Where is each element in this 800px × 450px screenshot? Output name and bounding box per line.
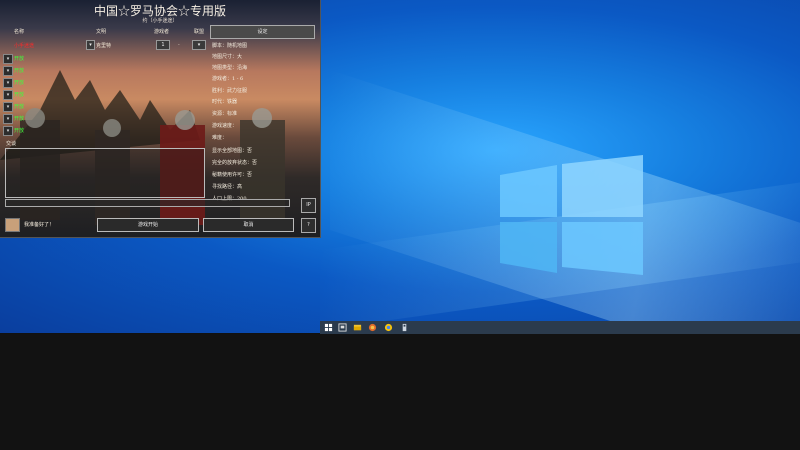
header-group: 联盟 xyxy=(194,29,205,35)
player-name: 小手迷途 xyxy=(14,43,35,49)
start-game-button[interactable]: 游戏开始 xyxy=(97,218,199,232)
ready-checkbox[interactable] xyxy=(5,218,20,232)
windows-start-icon[interactable] xyxy=(324,323,333,332)
slot-toggle-button[interactable]: ▾ xyxy=(3,54,13,64)
ready-label: 我准备好了！ xyxy=(24,222,55,228)
setting-full-tech: 完全的放弃状态：否 xyxy=(212,160,258,166)
header-civ: 文明 xyxy=(96,29,107,35)
open-slot-label: 开放 xyxy=(14,128,25,134)
game-lobby-window: 中国☆罗马协会☆专用版 约〔小手迷途〕 名称 文明 游戏者 联盟 小手迷途 ▾ … xyxy=(0,0,321,238)
chat-label: 交谈 xyxy=(6,141,17,147)
setting-cheats: 秘籍使用许可：否 xyxy=(212,172,253,178)
search-icon[interactable] xyxy=(338,323,347,332)
open-slot-label: 开放 xyxy=(14,80,25,86)
cancel-button[interactable]: 取消 xyxy=(203,218,294,232)
letterbox-area xyxy=(0,334,800,450)
chat-input[interactable] xyxy=(5,199,290,207)
slot-toggle-button[interactable]: ▾ xyxy=(3,126,13,136)
setting-pathfinding: 寻找路径：高 xyxy=(212,184,243,190)
group-value: - xyxy=(178,42,180,48)
chrome-icon[interactable] xyxy=(384,323,393,332)
setting-difficulty: 难度： xyxy=(212,135,228,141)
slot-toggle-button[interactable]: ▾ xyxy=(3,66,13,76)
civ-dropdown-button[interactable]: ▾ xyxy=(86,40,95,50)
slot-toggle-button[interactable]: ▾ xyxy=(3,78,13,88)
open-slot-label: 开放 xyxy=(14,116,25,122)
header-name: 名称 xyxy=(14,29,25,35)
open-slot-label: 开放 xyxy=(14,56,25,62)
game-app-icon[interactable] xyxy=(368,323,377,332)
open-slot-label: 开放 xyxy=(14,104,25,110)
slot-toggle-button[interactable]: ▾ xyxy=(3,114,13,124)
setting-map-size: 地图尺寸：大 xyxy=(212,54,243,60)
group-dropdown-button[interactable]: ▾ xyxy=(192,40,206,50)
setting-reveal-map: 显示全部地图：否 xyxy=(212,148,253,154)
slot-toggle-button[interactable]: ▾ xyxy=(3,90,13,100)
player-civ[interactable]: 克里特 xyxy=(96,42,111,49)
setting-map-type: 地图类型：沿海 xyxy=(212,65,248,71)
chat-log xyxy=(5,148,205,198)
pinned-app-icon[interactable] xyxy=(400,323,409,332)
file-explorer-icon[interactable] xyxy=(353,323,362,332)
open-slot-label: 开放 xyxy=(14,92,25,98)
ip-button[interactable]: IP xyxy=(301,198,316,213)
setting-resources: 资源：标准 xyxy=(212,111,238,117)
settings-button[interactable]: 设定 xyxy=(210,25,315,39)
open-slot-label: 开放 xyxy=(14,68,25,74)
setting-script: 脚本：随机地图 xyxy=(212,43,248,49)
setting-game-speed: 游戏速度： xyxy=(212,123,238,129)
taskbar xyxy=(320,321,800,334)
setting-age: 时代：铁器 xyxy=(212,99,238,105)
window-subtitle: 约〔小手迷途〕 xyxy=(142,18,178,24)
header-team: 游戏者 xyxy=(154,29,170,35)
help-button[interactable]: ? xyxy=(301,218,316,233)
windows-logo-wallpaper xyxy=(500,155,643,275)
slot-toggle-button[interactable]: ▾ xyxy=(3,102,13,112)
setting-players: 游戏者：1 - 6 xyxy=(212,76,244,82)
setting-victory: 胜利：武力征服 xyxy=(212,88,248,94)
team-selector[interactable]: 1 xyxy=(156,40,170,50)
